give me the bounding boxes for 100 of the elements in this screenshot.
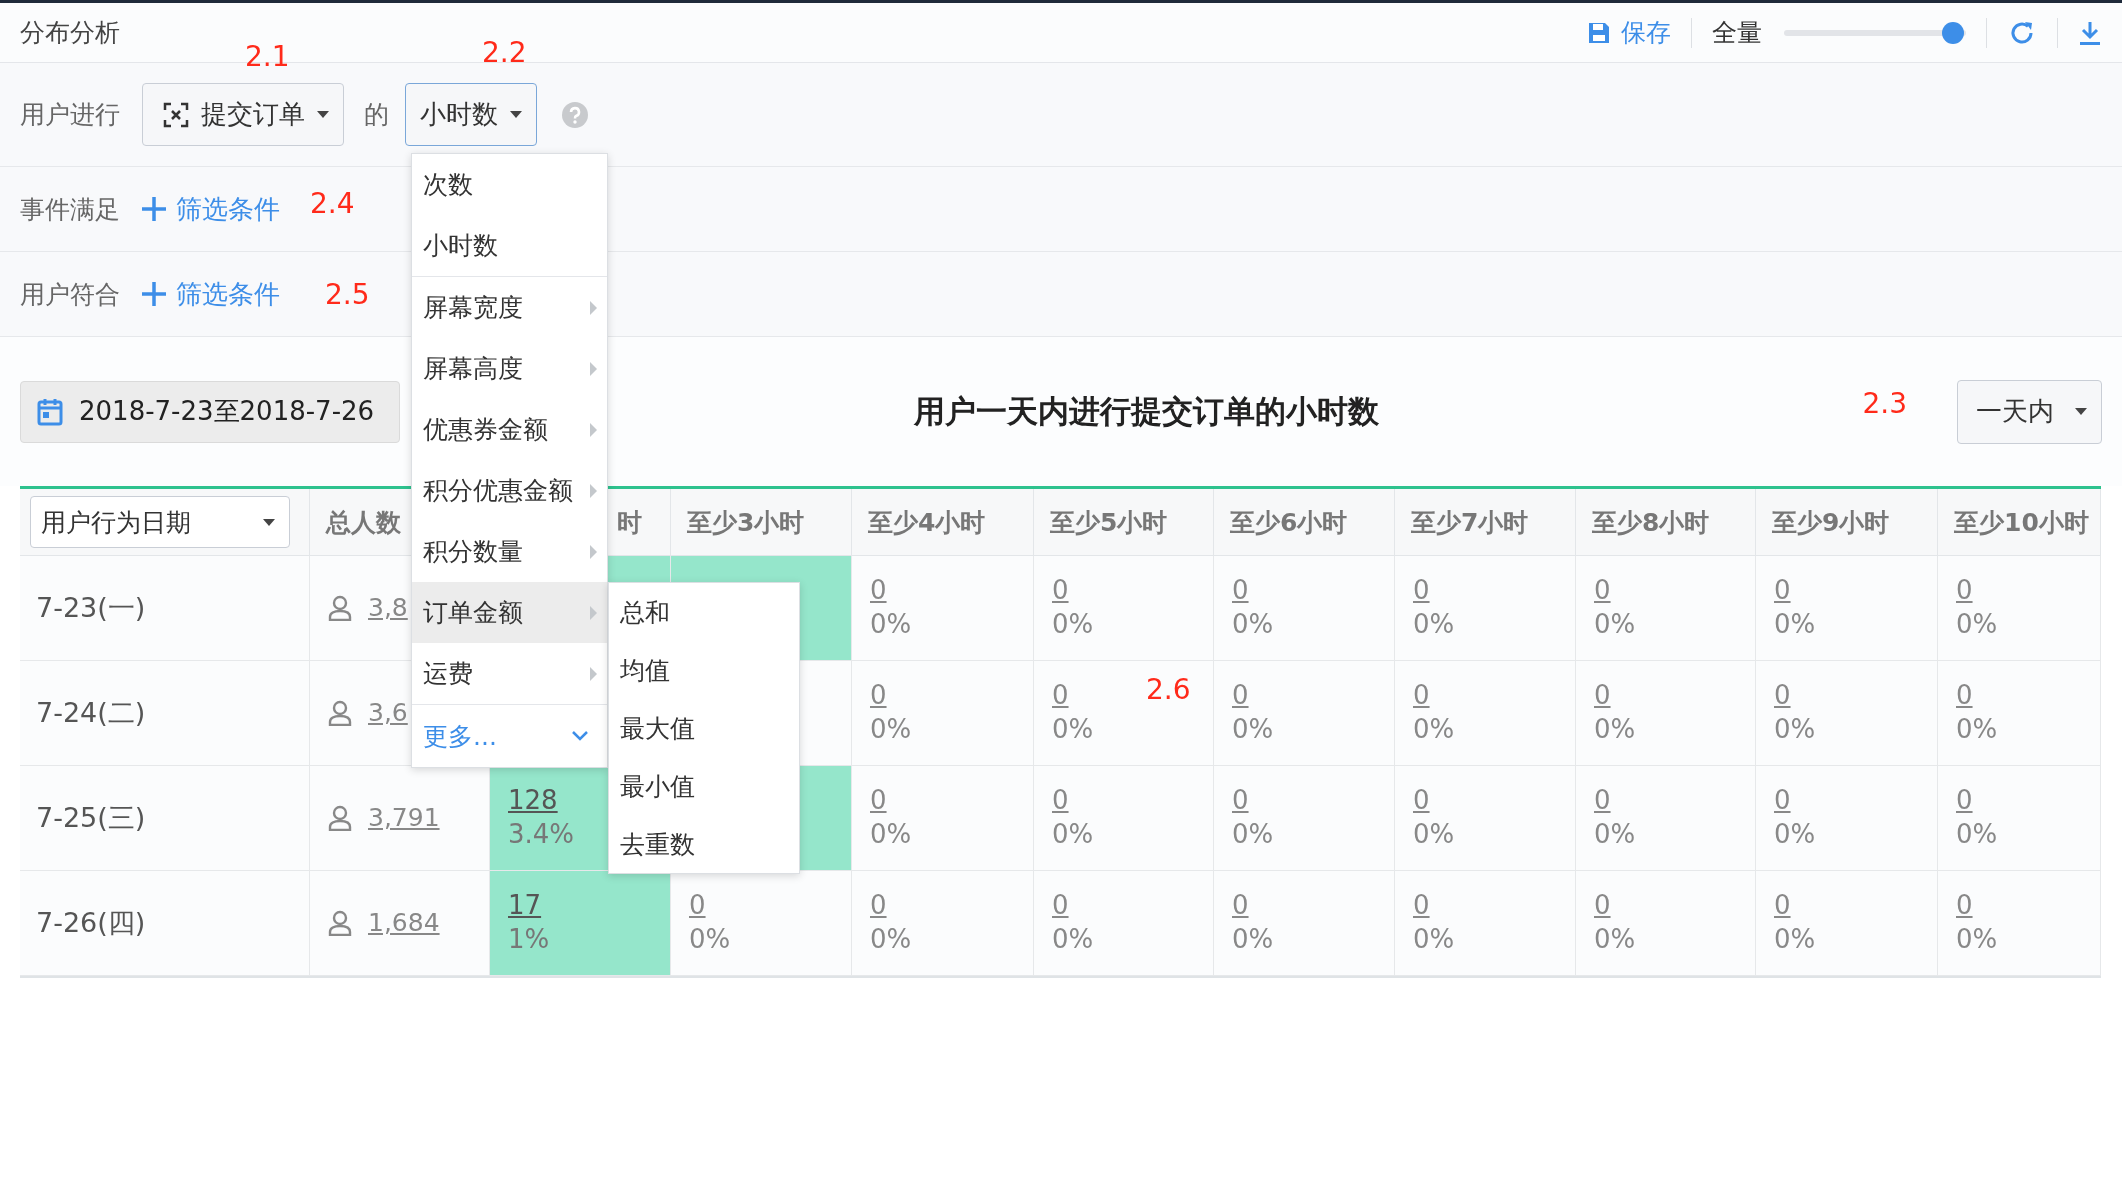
percent-text: 0% — [1956, 608, 1998, 641]
menu-item[interactable]: 订单金额 — [412, 582, 607, 643]
percent-text: 0% — [1594, 923, 1636, 956]
user-count-link[interactable]: 3,6 — [368, 697, 408, 729]
user-count-link[interactable]: 3,8 — [368, 592, 408, 624]
count-link[interactable]: 128 — [508, 784, 558, 816]
count-link[interactable]: 0 — [870, 679, 887, 711]
count-link[interactable]: 0 — [1052, 889, 1069, 921]
percent-text: 0% — [1413, 818, 1455, 851]
user-count-link[interactable]: 1,684 — [368, 907, 440, 939]
percent-text: 0% — [1774, 923, 1816, 956]
calendar-icon — [37, 397, 63, 426]
menu-item[interactable]: 屏幕高度 — [412, 338, 607, 399]
count-link[interactable]: 0 — [1594, 679, 1611, 711]
submenu-arrow-icon — [590, 300, 597, 315]
count-link[interactable]: 0 — [1956, 574, 1973, 606]
count-link[interactable]: 0 — [1413, 679, 1430, 711]
menu-item-label: 屏幕宽度 — [423, 292, 523, 324]
menu-item[interactable]: 积分数量 — [412, 521, 607, 582]
count-link[interactable]: 0 — [1052, 784, 1069, 816]
more-option[interactable]: 更多... — [412, 705, 607, 767]
person-icon — [328, 910, 352, 936]
slider-thumb[interactable] — [1942, 21, 1965, 44]
count-link[interactable]: 0 — [1594, 889, 1611, 921]
percent-text: 0% — [1774, 608, 1816, 641]
percent-text: 1% — [508, 923, 550, 956]
count-link[interactable]: 0 — [1052, 679, 1069, 711]
menu-item[interactable]: 小时数 — [412, 215, 607, 276]
count-link[interactable]: 0 — [870, 889, 887, 921]
count-link[interactable]: 0 — [1774, 574, 1791, 606]
submenu-arrow-icon — [590, 483, 597, 498]
column-header: 至少7小时 — [1395, 489, 1576, 556]
menu-item-label: 屏幕高度 — [423, 353, 523, 385]
count-link[interactable]: 0 — [1956, 784, 1973, 816]
person-icon — [328, 595, 352, 621]
add-filter-link[interactable]: 筛选条件 — [142, 191, 280, 227]
download-icon[interactable] — [2078, 19, 2102, 46]
menu-item[interactable]: 优惠券金额 — [412, 399, 607, 460]
menu-item-label: 运费 — [423, 658, 473, 690]
count-link[interactable]: 0 — [870, 784, 887, 816]
percent-text: 0% — [1594, 818, 1636, 851]
annotation-label: 2.2 — [482, 36, 527, 69]
submenu-item[interactable]: 最大值 — [609, 699, 799, 757]
count-link[interactable]: 0 — [1413, 889, 1430, 921]
count-link[interactable]: 0 — [1594, 574, 1611, 606]
count-link[interactable]: 17 — [508, 889, 542, 921]
caret-icon — [317, 111, 329, 118]
count-link[interactable]: 0 — [870, 574, 887, 606]
count-link[interactable]: 0 — [1594, 784, 1611, 816]
percent-text: 0% — [1594, 608, 1636, 641]
date-cell: 7-25(三) — [20, 766, 310, 871]
count-link[interactable]: 0 — [1774, 889, 1791, 921]
column-header: 至少3小时 — [671, 489, 852, 556]
count-link[interactable]: 0 — [1413, 784, 1430, 816]
count-link[interactable]: 0 — [1232, 889, 1249, 921]
percent-text: 0% — [1232, 608, 1274, 641]
percent-text: 0% — [1232, 818, 1274, 851]
count-link[interactable]: 0 — [1774, 679, 1791, 711]
percent-text: 0% — [1052, 608, 1094, 641]
column-header: 至少10小时 — [1938, 489, 2101, 556]
menu-item[interactable]: 积分优惠金额 — [412, 460, 607, 521]
submenu-item[interactable]: 最小值 — [609, 757, 799, 815]
count-link[interactable]: 0 — [689, 889, 706, 921]
count-link[interactable]: 0 — [1232, 784, 1249, 816]
scope-label: 全量 — [1712, 17, 1762, 49]
menu-item-label: 小时数 — [423, 230, 498, 262]
user-count-link[interactable]: 3,791 — [368, 802, 440, 834]
menu-item[interactable]: 次数 — [412, 154, 607, 215]
percent-text: 0% — [1956, 923, 1998, 956]
count-link[interactable]: 0 — [1956, 679, 1973, 711]
count-link[interactable]: 0 — [1413, 574, 1430, 606]
submenu-arrow-icon — [590, 544, 597, 559]
percent-text: 0% — [1413, 923, 1455, 956]
connector-text: 的 — [364, 99, 389, 131]
count-link[interactable]: 0 — [1774, 784, 1791, 816]
caret-icon — [263, 518, 275, 526]
annotation-label: 2.3 — [1862, 387, 1907, 420]
scope-slider[interactable] — [1784, 21, 1966, 44]
submenu-item[interactable]: 去重数 — [609, 815, 799, 873]
column-header: 至少5小时 — [1034, 489, 1214, 556]
date-cell: 7-24(二) — [20, 661, 310, 766]
count-link[interactable]: 0 — [1232, 574, 1249, 606]
menu-item[interactable]: 运费 — [412, 643, 607, 704]
count-link[interactable]: 0 — [1956, 889, 1973, 921]
column-header: 至少4小时 — [852, 489, 1034, 556]
percent-text: 0% — [1956, 818, 1998, 851]
date-range-button[interactable]: 2018-7-23至2018-7-26 — [20, 380, 400, 443]
count-link[interactable]: 0 — [1232, 679, 1249, 711]
add-filter-link[interactable]: 筛选条件 — [142, 276, 280, 312]
percent-text: 3.4% — [508, 818, 575, 851]
menu-item[interactable]: 屏幕宽度 — [412, 277, 607, 338]
period-select[interactable]: 一天内 — [1957, 379, 2102, 444]
percent-text: 0% — [1594, 713, 1636, 746]
percent-text: 0% — [1232, 713, 1274, 746]
save-button[interactable]: 保存 — [1587, 16, 1671, 49]
percent-text: 0% — [1956, 713, 1998, 746]
submenu-item[interactable]: 总和 — [609, 583, 799, 641]
count-link[interactable]: 0 — [1052, 574, 1069, 606]
date-dimension-select[interactable]: 用户行为日期 — [30, 496, 290, 548]
submenu-item[interactable]: 均值 — [609, 641, 799, 699]
